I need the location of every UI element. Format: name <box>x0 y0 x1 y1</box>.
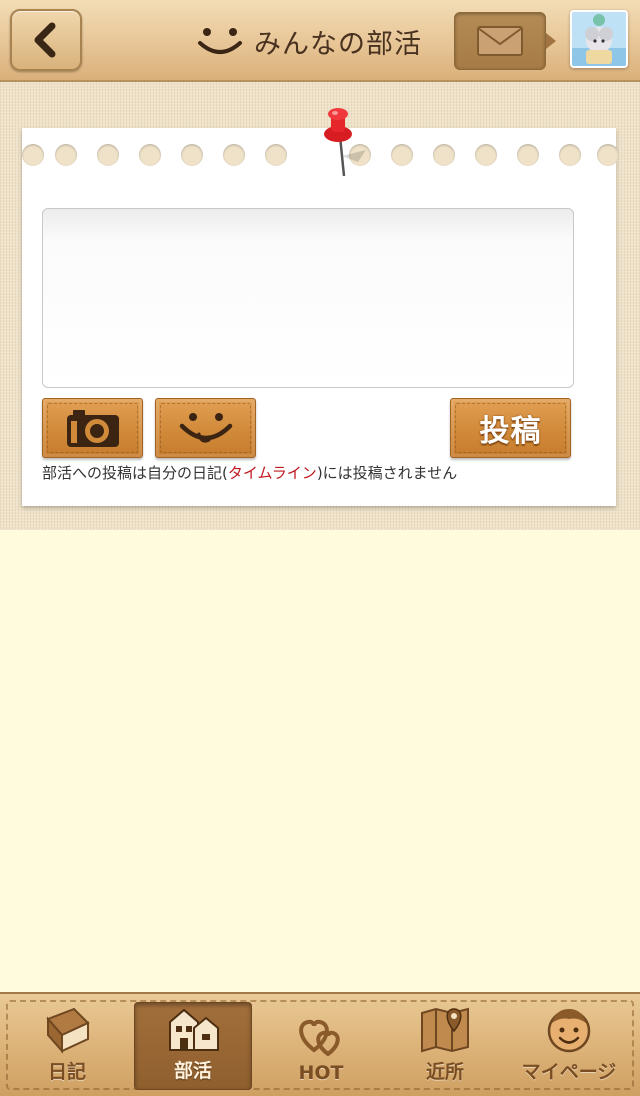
binding-hole <box>139 144 161 166</box>
post-text-input[interactable] <box>42 208 574 388</box>
mail-pointer <box>546 33 556 49</box>
face-icon <box>547 1009 591 1053</box>
brand: みんなの部活 <box>196 18 422 64</box>
binding-hole <box>559 144 581 166</box>
binding-hole <box>223 144 245 166</box>
user-avatar-icon <box>572 12 626 66</box>
binding-hole <box>97 144 119 166</box>
binding-hole <box>55 144 77 166</box>
binding-hole <box>517 144 539 166</box>
notice-text-before: 部活への投稿は自分の日記( <box>42 464 228 482</box>
tab-nearby[interactable]: 近所 <box>386 1002 504 1090</box>
binding-hole <box>433 144 455 166</box>
tab-club[interactable]: 部活 <box>134 1002 252 1090</box>
chevron-left-icon <box>34 22 56 58</box>
post-button[interactable]: 投稿 <box>450 398 571 458</box>
tab-diary[interactable]: 日記 <box>8 1002 126 1090</box>
tab-hot[interactable]: HOT <box>262 1002 380 1090</box>
app-root: みんなの部活 投稿 部活への投稿は自分の日記(タイムライン)には投稿されません … <box>0 0 640 1096</box>
hearts-icon <box>299 1019 340 1057</box>
page-title: みんなの部活 <box>254 28 422 60</box>
binding-hole <box>475 144 497 166</box>
mail-button[interactable] <box>454 12 546 70</box>
avatar[interactable] <box>570 10 628 68</box>
tab-label: 近所 <box>425 1061 464 1083</box>
envelope-icon <box>477 26 523 56</box>
binding-hole <box>391 144 413 166</box>
timeline-link-text: タイムライン <box>227 464 317 482</box>
binding-hole <box>265 144 287 166</box>
post-button-label: 投稿 <box>479 414 542 449</box>
camera-icon <box>66 410 119 447</box>
smiley-logo-icon <box>198 28 242 54</box>
tab-label: 部活 <box>173 1060 212 1082</box>
tab-label: 日記 <box>47 1061 86 1083</box>
back-button[interactable] <box>10 9 82 71</box>
tab-mypage[interactable]: マイページ <box>510 1002 628 1090</box>
notice-text-after: )には投稿されません <box>316 464 458 482</box>
post-notice: 部活への投稿は自分の日記(タイムライン)には投稿されません <box>42 462 602 483</box>
binding-hole <box>22 144 44 166</box>
diary-book-icon <box>46 1007 90 1054</box>
club-building-icon <box>169 1008 219 1051</box>
tab-bar: 日記 部活 HOT 近所 マイページ <box>0 992 640 1096</box>
binding-hole <box>597 144 619 166</box>
emoji-button[interactable] <box>155 398 256 458</box>
pushpin-icon <box>324 108 366 177</box>
tab-label: HOT <box>298 1062 344 1084</box>
tab-label: マイページ <box>521 1061 617 1083</box>
binding-hole <box>181 144 203 166</box>
camera-button[interactable] <box>42 398 143 458</box>
post-composer-card: 投稿 部活への投稿は自分の日記(タイムライン)には投稿されません <box>22 108 619 506</box>
header-bar: みんなの部活 <box>0 0 640 82</box>
map-pin-icon <box>421 1007 469 1053</box>
smiley-icon <box>179 413 232 443</box>
